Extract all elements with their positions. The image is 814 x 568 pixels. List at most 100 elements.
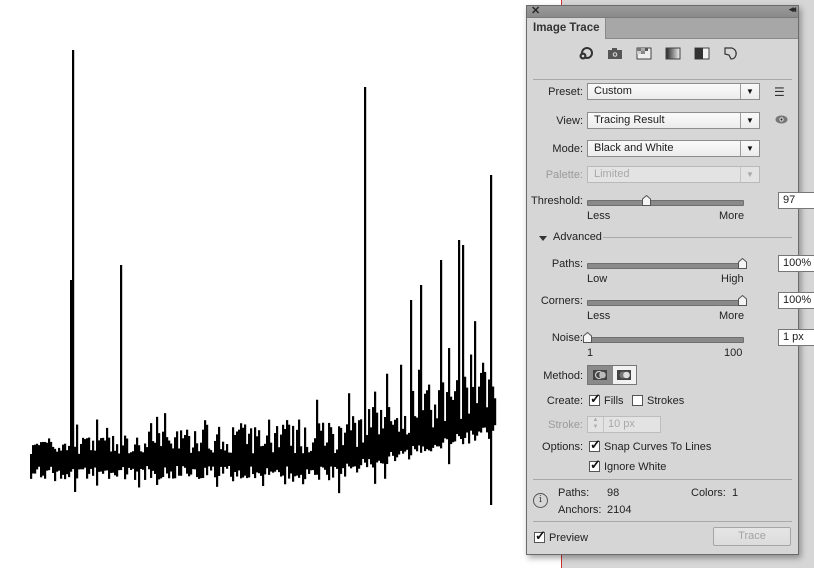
trace-path-segment bbox=[340, 427, 343, 474]
ignore-white-label[interactable]: Ignore White bbox=[604, 461, 666, 473]
trace-path-segment bbox=[446, 392, 449, 440]
trace-path-segment bbox=[200, 442, 203, 479]
trace-path-segment bbox=[442, 382, 445, 443]
snap-curves-checkbox[interactable]: ✓ bbox=[589, 437, 601, 452]
corners-slider-thumb[interactable] bbox=[738, 295, 747, 306]
auto-color-icon[interactable] bbox=[577, 46, 594, 61]
high-color-icon[interactable] bbox=[606, 46, 623, 61]
trace-path-segment bbox=[482, 362, 485, 428]
grayscale-icon[interactable] bbox=[664, 46, 681, 61]
trace-path-segment bbox=[204, 420, 207, 468]
trace-path-segment bbox=[466, 387, 469, 433]
noise-input[interactable]: 1 px bbox=[778, 329, 814, 346]
trace-path-segment bbox=[218, 426, 221, 476]
trace-path-segment bbox=[356, 446, 359, 473]
checkmark-icon: ✓ bbox=[535, 528, 546, 543]
fills-label[interactable]: Fills bbox=[604, 395, 624, 407]
trace-path-segment bbox=[52, 446, 55, 473]
threshold-slider-thumb[interactable] bbox=[641, 195, 651, 206]
preview-checkbox[interactable]: ✓ bbox=[534, 528, 546, 543]
fills-checkbox[interactable]: ✓ bbox=[589, 391, 601, 406]
list-menu-icon[interactable]: ☰ bbox=[774, 85, 785, 99]
corners-slider[interactable] bbox=[587, 295, 747, 306]
method-abutting-button[interactable] bbox=[588, 366, 612, 384]
trace-path-segment bbox=[488, 379, 491, 439]
ignore-white-checkbox[interactable]: ✓ bbox=[589, 457, 601, 472]
advanced-divider bbox=[603, 237, 792, 238]
palette-value: Limited bbox=[594, 168, 630, 180]
traced-artwork[interactable] bbox=[0, 0, 561, 568]
snap-curves-label[interactable]: Snap Curves To Lines bbox=[604, 441, 711, 453]
preset-select[interactable]: Custom ▼ bbox=[587, 83, 760, 100]
palette-select: Limited ▼ bbox=[587, 166, 760, 183]
trace-path-segment bbox=[150, 423, 153, 478]
outline-icon[interactable] bbox=[722, 46, 739, 61]
trace-path-segment bbox=[370, 427, 373, 465]
trace-path-segment bbox=[188, 436, 191, 477]
black-and-white-icon[interactable] bbox=[693, 46, 710, 61]
trace-path-segment bbox=[76, 424, 79, 479]
trace-path-segment bbox=[108, 437, 111, 479]
options-label: Options: bbox=[542, 441, 583, 453]
trace-path-segment bbox=[90, 450, 93, 469]
trace-path-segment bbox=[404, 415, 407, 452]
trace-path-segment bbox=[434, 404, 437, 445]
trace-path-segment bbox=[174, 437, 177, 479]
corners-input[interactable]: 100% bbox=[778, 292, 814, 309]
low-color-icon[interactable] bbox=[635, 46, 652, 61]
trace-path-segment bbox=[282, 424, 285, 476]
method-overlapping-button[interactable] bbox=[611, 366, 636, 384]
paths-slider[interactable] bbox=[587, 258, 747, 269]
trace-path-segment bbox=[224, 450, 227, 467]
preview-label[interactable]: Preview bbox=[549, 532, 588, 544]
view-select[interactable]: Tracing Result ▼ bbox=[587, 112, 760, 129]
strokes-label[interactable]: Strokes bbox=[647, 395, 684, 407]
trace-path-segment bbox=[286, 420, 289, 467]
trace-path-segment bbox=[398, 431, 401, 455]
trace-path-segment bbox=[40, 442, 43, 478]
trace-path-segment bbox=[66, 450, 69, 475]
stroke-value: 10 px bbox=[608, 418, 635, 430]
paths-slider-thumb[interactable] bbox=[738, 258, 747, 269]
noise-slider-thumb[interactable] bbox=[583, 332, 592, 343]
trace-path-segment bbox=[112, 435, 115, 473]
eye-icon[interactable] bbox=[775, 115, 788, 127]
artboard-canvas[interactable] bbox=[0, 0, 561, 568]
collapse-double-arrow-icon[interactable]: ◂◂ bbox=[789, 4, 796, 15]
trace-path-segment bbox=[116, 444, 119, 477]
paths-min-label: Low bbox=[587, 273, 608, 285]
trace-path-segment bbox=[296, 429, 299, 476]
trace-path-segment bbox=[104, 440, 107, 471]
trace-path-segment bbox=[214, 440, 217, 478]
advanced-section-label[interactable]: Advanced bbox=[553, 231, 602, 243]
panel-title-bar[interactable]: ✕ ◂◂ bbox=[527, 4, 798, 18]
trace-path-segment bbox=[366, 435, 369, 468]
divider bbox=[533, 79, 792, 80]
strokes-checkbox[interactable] bbox=[632, 395, 643, 406]
noise-slider[interactable] bbox=[583, 332, 744, 343]
trace-path-segment bbox=[176, 431, 179, 467]
trace-path-segment bbox=[88, 437, 91, 474]
threshold-max-label: More bbox=[719, 210, 745, 222]
trace-path-segment bbox=[468, 413, 471, 444]
advanced-disclosure-triangle-icon[interactable] bbox=[539, 236, 547, 241]
trace-path-segment bbox=[280, 434, 283, 477]
trace-path-segment bbox=[244, 424, 247, 476]
paths-input[interactable]: 100% bbox=[778, 255, 814, 272]
noise-min-label: 1 bbox=[587, 347, 594, 359]
trace-path-segment bbox=[310, 450, 313, 471]
tab-image-trace[interactable]: Image Trace bbox=[527, 18, 607, 39]
trace-path-segment bbox=[94, 450, 97, 468]
close-icon[interactable]: ✕ bbox=[531, 4, 540, 17]
threshold-slider[interactable] bbox=[587, 195, 744, 206]
trace-path-segment bbox=[462, 245, 465, 445]
trace-path-segment bbox=[362, 442, 365, 459]
trace-path-segment bbox=[172, 448, 175, 479]
trace-path-segment bbox=[82, 437, 85, 470]
threshold-input[interactable]: 97 bbox=[778, 192, 814, 209]
mode-select[interactable]: Black and White ▼ bbox=[587, 140, 760, 157]
threshold-label: Threshold: bbox=[531, 195, 583, 207]
trace-path-segment bbox=[180, 430, 183, 476]
trace-path-segment bbox=[34, 444, 37, 474]
trace-path-segment bbox=[230, 452, 233, 477]
